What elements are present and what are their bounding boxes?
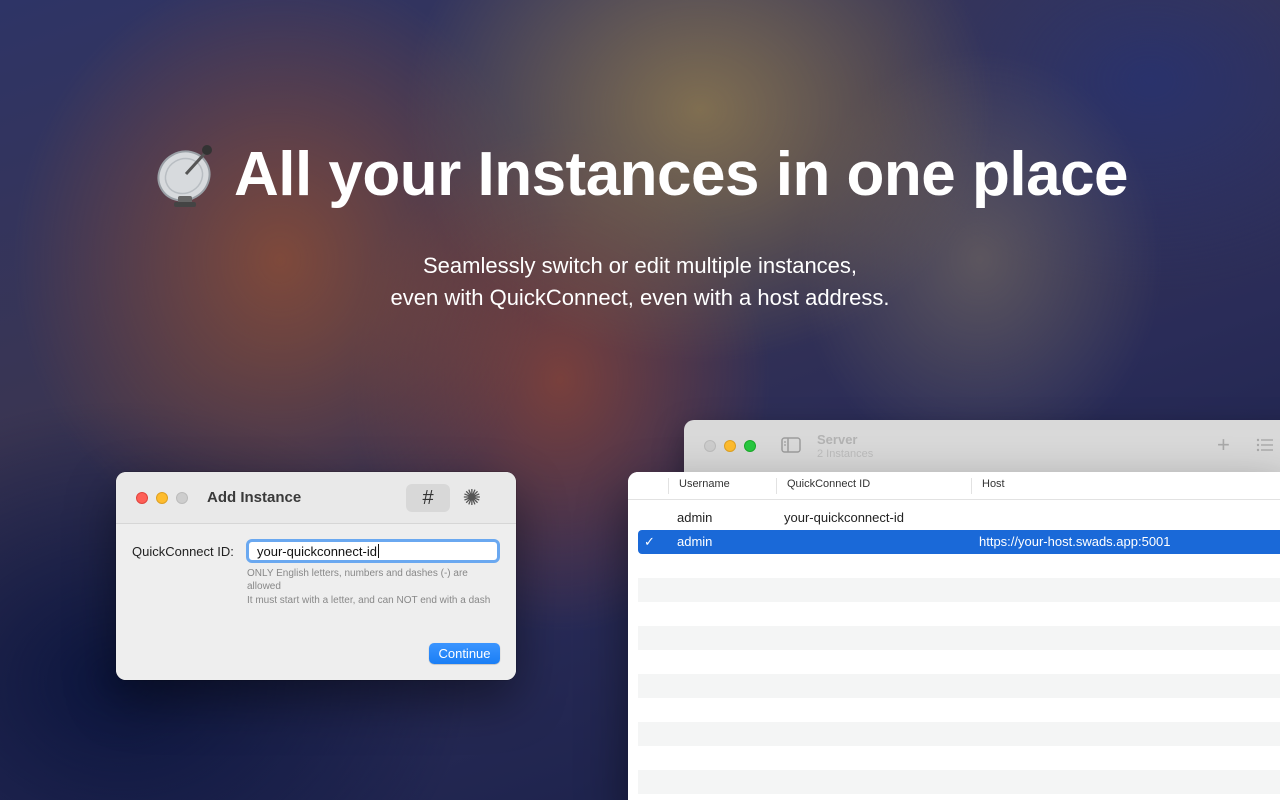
column-header-host[interactable]: Host — [971, 478, 1005, 494]
hint-allowed-chars: ONLY English letters, numbers and dashes… — [247, 568, 468, 592]
add-instance-window: Add Instance # ✺ QuickConnect ID: your-q… — [116, 472, 516, 680]
empty-row — [638, 554, 1280, 578]
hint-start-end-rule: It must start with a letter, and can NOT… — [247, 595, 491, 606]
server-minimize-button[interactable] — [724, 440, 736, 452]
checkmark-icon: ✓ — [644, 534, 655, 549]
row-username: admin — [677, 534, 713, 549]
quickconnect-id-label: QuickConnect ID: — [132, 544, 234, 559]
instances-table-panel: Username QuickConnect ID Host admin your… — [628, 472, 1280, 800]
hero-title: All your Instances in one place — [233, 139, 1129, 209]
empty-row — [638, 674, 1280, 698]
table-header: Username QuickConnect ID Host — [628, 472, 1280, 500]
window-title: Add Instance — [207, 489, 302, 506]
window-titlebar: Add Instance # ✺ — [116, 472, 516, 524]
server-zoom-button[interactable] — [744, 440, 756, 452]
empty-row — [638, 626, 1280, 650]
hero-subtitle-line1: Seamlessly switch or edit multiple insta… — [422, 253, 858, 278]
quickconnect-id-input[interactable]: your-quickconnect-id — [246, 539, 500, 563]
empty-row — [638, 722, 1280, 746]
empty-row — [638, 602, 1280, 626]
quickconnect-mode-button[interactable]: # — [406, 484, 450, 512]
server-window-title: Server — [817, 432, 858, 447]
satellite-dish-icon — [157, 145, 212, 207]
add-instance-icon[interactable]: + — [1217, 434, 1230, 456]
row-quickconnect-id: your-quickconnect-id — [784, 510, 904, 525]
row-username: admin — [677, 510, 713, 525]
empty-row — [638, 746, 1280, 770]
empty-row — [638, 578, 1280, 602]
sparkle-icon: ✺ — [462, 485, 482, 510]
server-window-subtitle: 2 Instances — [817, 448, 874, 460]
server-close-button[interactable] — [704, 440, 716, 452]
column-header-username[interactable]: Username — [668, 478, 730, 494]
minimize-button[interactable] — [156, 492, 168, 504]
empty-row — [638, 650, 1280, 674]
empty-row — [638, 770, 1280, 794]
mode-segmented-control: # ✺ — [406, 484, 494, 512]
table-row-selected[interactable]: ✓ admin https://your-host.swads.app:5001 — [638, 530, 1280, 554]
column-header-quickconnect-id[interactable]: QuickConnect ID — [776, 478, 870, 494]
instances-table-body: admin your-quickconnect-id ✓ admin https… — [638, 506, 1280, 794]
continue-button[interactable]: Continue — [429, 643, 500, 664]
window-controls — [136, 492, 188, 504]
server-window-controls — [704, 440, 756, 452]
host-mode-button[interactable]: ✺ — [450, 484, 494, 512]
hero-subtitle-line2: even with QuickConnect, even with a host… — [390, 285, 890, 310]
hero-title-row: All your Instances in one place — [0, 138, 1280, 210]
table-row[interactable]: admin your-quickconnect-id — [638, 506, 1280, 530]
empty-row — [638, 698, 1280, 722]
dialog-body: QuickConnect ID: your-quickconnect-id ON… — [116, 524, 516, 680]
text-caret — [377, 544, 379, 558]
sidebar-toggle-icon[interactable] — [781, 437, 801, 453]
list-view-icon[interactable] — [1256, 437, 1274, 453]
hash-icon: # — [422, 486, 434, 509]
quickconnect-id-value: your-quickconnect-id — [257, 544, 377, 559]
close-button[interactable] — [136, 492, 148, 504]
zoom-button[interactable] — [176, 492, 188, 504]
row-host: https://your-host.swads.app:5001 — [979, 534, 1171, 549]
hero-subtitle: Seamlessly switch or edit multiple insta… — [0, 250, 1280, 314]
